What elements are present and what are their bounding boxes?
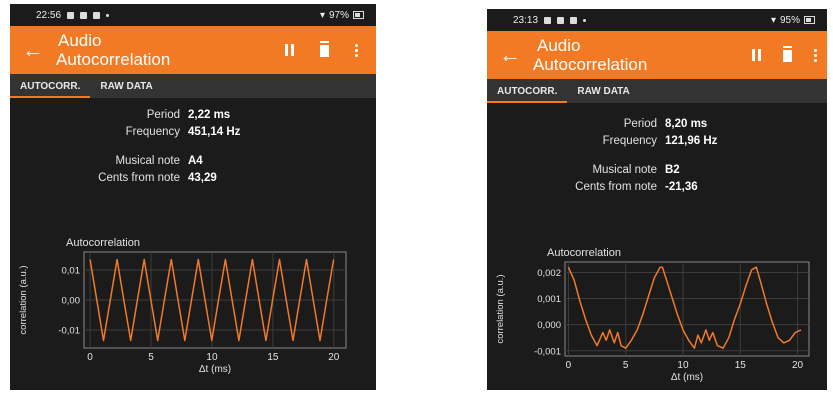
cents-value: -21,36 xyxy=(665,180,698,193)
y-tick-label: 0,00 xyxy=(62,296,81,307)
battery-percent: 95% xyxy=(779,14,800,26)
tab-autocorr[interactable]: AUTOCORR. xyxy=(10,74,91,98)
musical-note-value: B2 xyxy=(665,163,680,176)
tab-bar: AUTOCORR. RAW DATA xyxy=(10,74,376,98)
x-tick-label: 15 xyxy=(735,360,747,371)
autocorrelation-chart: Autocorrelation 0,01 0,00 -0,01 0 5 10 15 20 Δt (… xyxy=(18,237,347,375)
app-bar: ← Audio Autocorrelation xyxy=(10,26,376,74)
x-tick-label: 0 xyxy=(566,360,572,371)
tab-bar: AUTOCORR. RAW DATA xyxy=(487,79,827,103)
y-axis-label: correlation (a.u.) xyxy=(495,274,506,343)
notification-dot-icon xyxy=(583,18,587,22)
x-tick-label: 5 xyxy=(623,360,629,371)
x-axis-label: Δt (ms) xyxy=(199,364,231,375)
phone-screenshot-left: 22:56 ▾ 97% ← Audio Autocorrelation AUTO… xyxy=(10,4,376,390)
x-tick-label: 0 xyxy=(87,352,93,363)
plot-title: Autocorrelation xyxy=(547,247,621,259)
app-bar: ← Audio Autocorrelation xyxy=(487,31,827,79)
tab-raw-data[interactable]: RAW DATA xyxy=(567,79,639,103)
y-tick-label: -0,001 xyxy=(534,346,561,357)
y-tick-label: 0,001 xyxy=(537,294,561,305)
wifi-signal-icon: ▾ xyxy=(319,9,325,21)
message-icon xyxy=(570,16,578,24)
y-tick-label: 0,000 xyxy=(537,320,561,331)
battery-icon xyxy=(353,11,364,19)
delete-icon[interactable] xyxy=(783,48,792,62)
plot-frame xyxy=(564,261,810,357)
results-panel: Period 8,20 ms Frequency 121,96 Hz Musical… xyxy=(487,115,827,195)
x-axis-label: Δt (ms) xyxy=(671,372,703,383)
battery-percent: 97% xyxy=(328,9,349,21)
plot-title: Autocorrelation xyxy=(66,237,140,249)
cents-label: Cents from note xyxy=(575,180,657,193)
wifi-signal-icon: ▾ xyxy=(770,14,776,26)
back-arrow-icon[interactable]: ← xyxy=(487,42,533,68)
more-options-icon[interactable] xyxy=(355,43,358,57)
autocorrelation-chart: Autocorrelation 0,002 0,001 0,000 -0,001 0 5 10… xyxy=(495,247,810,383)
tab-raw-data[interactable]: RAW DATA xyxy=(90,74,162,98)
musical-note-label: Musical note xyxy=(115,154,180,167)
phone-screenshot-right: 23:13 ▾ 95% ← Audio Autocorrelation AUTO… xyxy=(487,9,827,390)
cents-value: 43,29 xyxy=(188,171,217,184)
x-tick-label: 10 xyxy=(206,352,218,363)
cents-label: Cents from note xyxy=(98,171,180,184)
frequency-value: 451,14 Hz xyxy=(188,125,241,138)
tab-autocorr[interactable]: AUTOCORR. xyxy=(487,79,568,103)
gallery-icon xyxy=(544,16,552,24)
autocorrelation-series-line xyxy=(567,266,802,349)
status-time: 22:56 xyxy=(36,9,62,21)
pause-icon[interactable] xyxy=(752,49,761,61)
notification-dot-icon xyxy=(106,13,110,17)
period-value: 8,20 ms xyxy=(665,117,708,130)
app-title-line2: Autocorrelation xyxy=(56,50,171,69)
period-label: Period xyxy=(623,117,657,130)
app-title: Audio Autocorrelation xyxy=(56,31,285,69)
y-axis-label: correlation (a.u.) xyxy=(18,265,29,334)
status-bar: 22:56 ▾ 97% xyxy=(10,4,376,26)
x-tick-label: 15 xyxy=(267,352,279,363)
delete-icon[interactable] xyxy=(320,43,329,57)
app-title: Audio Autocorrelation xyxy=(533,36,752,74)
frequency-label: Frequency xyxy=(125,125,180,138)
cloud-icon xyxy=(80,11,88,19)
frequency-value: 121,96 Hz xyxy=(665,134,718,147)
back-arrow-icon[interactable]: ← xyxy=(10,37,56,63)
app-title-line1: Audio xyxy=(537,36,581,55)
message-icon xyxy=(93,11,101,19)
musical-note-label: Musical note xyxy=(592,163,657,176)
y-tick-label: 0,002 xyxy=(537,268,561,279)
period-value: 2,22 ms xyxy=(188,108,231,121)
more-options-icon[interactable] xyxy=(814,48,817,62)
app-title-line2: Autocorrelation xyxy=(533,55,648,74)
musical-note-value: A4 xyxy=(188,154,203,167)
x-tick-label: 5 xyxy=(148,352,154,363)
pause-icon[interactable] xyxy=(285,44,294,56)
cloud-icon xyxy=(557,16,565,24)
y-tick-label: -0,01 xyxy=(58,326,80,337)
status-bar: 23:13 ▾ 95% xyxy=(487,9,827,31)
results-panel: Period 2,22 ms Frequency 451,14 Hz Musical… xyxy=(10,106,376,186)
period-label: Period xyxy=(146,108,180,121)
x-tick-label: 20 xyxy=(328,352,340,363)
x-tick-label: 10 xyxy=(677,360,689,371)
status-time: 23:13 xyxy=(513,14,539,26)
x-tick-label: 20 xyxy=(792,360,804,371)
frequency-label: Frequency xyxy=(602,134,657,147)
y-tick-label: 0,01 xyxy=(62,266,81,277)
app-title-line1: Audio xyxy=(58,31,102,50)
gallery-icon xyxy=(67,11,75,19)
battery-icon xyxy=(804,16,815,24)
